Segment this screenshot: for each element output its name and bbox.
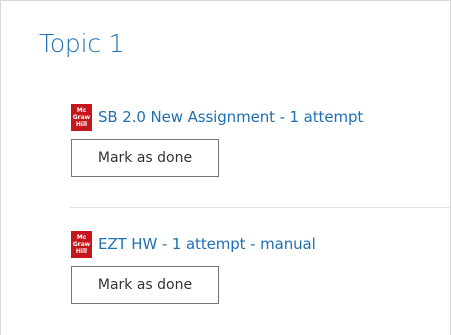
mcgraw-hill-logo-icon: Mc Graw Hill bbox=[71, 230, 92, 258]
logo-text-line: Hill bbox=[75, 120, 88, 128]
course-section-card: Topic 1 Mc Graw Hill SB 2.0 New Assignme… bbox=[0, 0, 451, 335]
activity-item: Mc Graw Hill SB 2.0 New Assignment - 1 a… bbox=[71, 101, 431, 177]
activity-header: Mc Graw Hill EZT HW - 1 attempt - manual bbox=[71, 228, 431, 260]
activity-link-ezt-hw[interactable]: EZT HW - 1 attempt - manual bbox=[98, 235, 316, 253]
mark-as-done-button[interactable]: Mark as done bbox=[71, 266, 219, 304]
logo-text-line: Mc bbox=[76, 233, 87, 241]
mcgraw-hill-logo-icon: Mc Graw Hill bbox=[71, 103, 92, 131]
activity-header: Mc Graw Hill SB 2.0 New Assignment - 1 a… bbox=[71, 101, 431, 133]
mark-as-done-button[interactable]: Mark as done bbox=[71, 139, 219, 177]
logo-text-line: Mc bbox=[76, 106, 87, 114]
logo-text-line: Hill bbox=[75, 247, 88, 255]
activity-item: Mc Graw Hill EZT HW - 1 attempt - manual… bbox=[71, 228, 431, 304]
logo-text-line: Graw bbox=[72, 113, 91, 121]
activity-link-sb-assignment[interactable]: SB 2.0 New Assignment - 1 attempt bbox=[98, 108, 363, 126]
activity-divider bbox=[69, 207, 451, 208]
logo-text-line: Graw bbox=[72, 240, 91, 248]
section-title: Topic 1 bbox=[39, 29, 125, 58]
